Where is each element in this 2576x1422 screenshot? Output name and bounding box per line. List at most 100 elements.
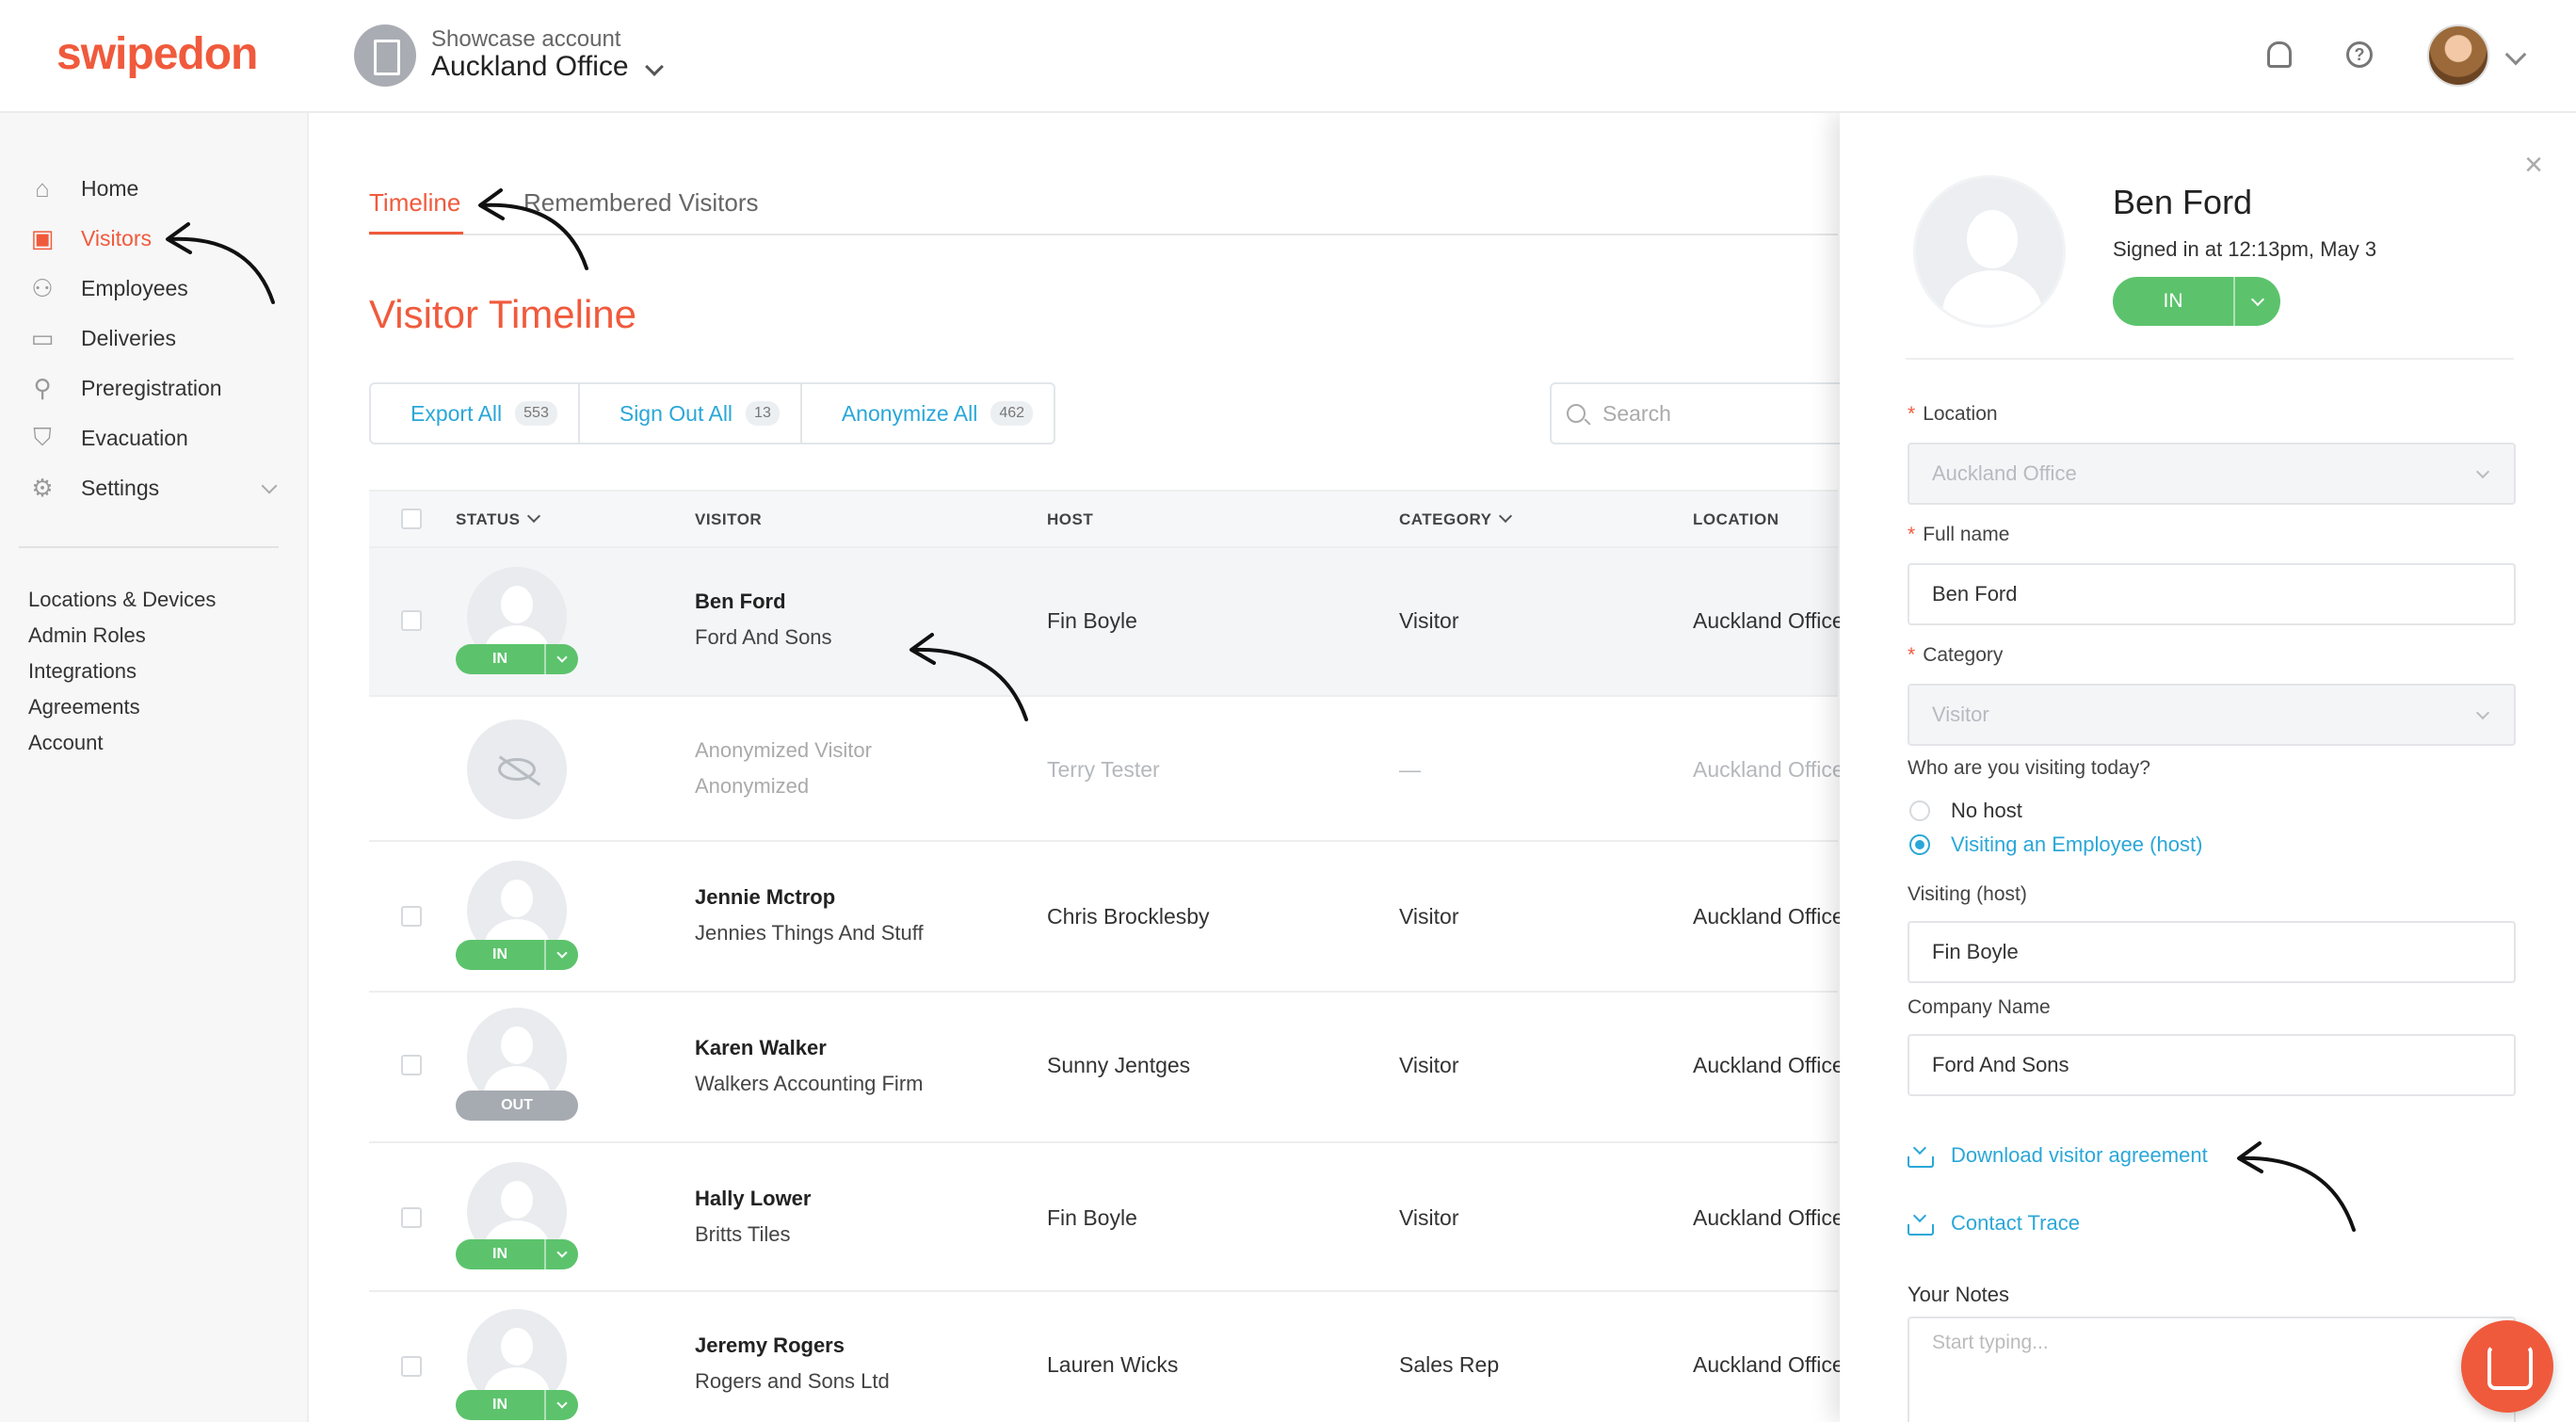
sidebar-item-label: Evacuation <box>81 425 188 450</box>
sidebar-link-agreements[interactable]: Agreements <box>28 695 140 719</box>
host-name: Fin Boyle <box>1047 608 1137 633</box>
visitor-company: Walkers Accounting Firm <box>695 1072 924 1095</box>
sign-out-all-button[interactable]: Sign Out All 13 <box>580 384 802 443</box>
status-dropdown[interactable]: IN <box>2113 277 2280 326</box>
employee-host-label[interactable]: Visiting an Employee (host) <box>1951 832 2202 857</box>
chevron-down-icon <box>2233 277 2280 326</box>
sidebar-item-label: Deliveries <box>81 325 176 350</box>
sidebar-link-integrations[interactable]: Integrations <box>28 659 137 684</box>
row-checkbox[interactable] <box>401 1207 422 1228</box>
row-checkbox[interactable] <box>401 1055 422 1075</box>
select-all-checkbox[interactable] <box>401 509 422 529</box>
table-row[interactable]: IN Jennie Mctrop Jennies Things And Stuf… <box>369 842 1844 993</box>
category: Visitor <box>1399 904 1459 929</box>
sidebar-link-locations[interactable]: Locations & Devices <box>28 588 216 612</box>
table-row[interactable]: IN Hally Lower Britts Tiles Fin Boyle Vi… <box>369 1143 1844 1292</box>
user-avatar[interactable] <box>2427 24 2489 87</box>
location: Auckland Office <box>1693 1352 1844 1377</box>
status-dropdown[interactable]: IN <box>456 644 578 674</box>
visitor-name: Jeremy Rogers <box>695 1333 845 1357</box>
table-header: STATUS VISITOR HOST CATEGORY LOCATION <box>369 490 1838 548</box>
visitor-name: Anonymized Visitor <box>695 738 872 762</box>
sidebar-item-settings[interactable]: ⚙ Settings <box>28 469 282 507</box>
gear-icon: ⚙ <box>31 473 54 502</box>
search-icon <box>1567 404 1586 423</box>
contact-trace-link[interactable]: Contact Trace <box>1908 1211 2080 1236</box>
sidebar-item-home[interactable]: ⌂ Home <box>28 170 282 207</box>
chevron-down-icon[interactable] <box>645 57 664 76</box>
shield-icon: ⛉ <box>33 423 52 451</box>
visitor-company: Britts Tiles <box>695 1222 791 1246</box>
employee-host-radio[interactable] <box>1909 834 1930 855</box>
table-row[interactable]: Anonymized Visitor Anonymized Terry Test… <box>369 697 1844 842</box>
visitor-name-heading: Ben Ford <box>2113 183 2253 221</box>
tab-timeline[interactable]: Timeline <box>369 188 460 218</box>
sidebar-item-preregistration[interactable]: ⚲ Preregistration <box>28 369 282 407</box>
close-icon[interactable]: × <box>2520 149 2548 181</box>
search-input[interactable]: Search <box>1550 382 1851 444</box>
location-label: * Location <box>1908 403 1998 425</box>
host-name: Chris Brocklesby <box>1047 904 1210 929</box>
sort-chevron-icon <box>1499 509 1513 524</box>
no-host-label[interactable]: No host <box>1951 799 2022 823</box>
annotation-arrow <box>2237 1141 2356 1232</box>
visitor-name: Karen Walker <box>695 1036 827 1059</box>
column-host: HOST <box>1047 510 1094 528</box>
location-select[interactable]: Auckland Office <box>1908 443 2516 505</box>
status-dropdown[interactable]: IN <box>456 1239 578 1269</box>
download-agreement-link[interactable]: Download visitor agreement <box>1908 1143 2208 1168</box>
sidebar-item-label: Home <box>81 175 139 201</box>
location: Auckland Office <box>1693 608 1844 633</box>
table-row[interactable]: IN Ben Ford Ford And Sons Fin Boyle Visi… <box>369 548 1844 697</box>
user-menu-chevron-icon[interactable] <box>2504 43 2527 66</box>
category-select[interactable]: Visitor <box>1908 684 2516 746</box>
chevron-down-icon <box>2475 464 2490 479</box>
account-selector[interactable]: Auckland Office <box>431 51 629 83</box>
company-input[interactable]: Ford And Sons <box>1908 1034 2516 1096</box>
sidebar-link-admin-roles[interactable]: Admin Roles <box>28 623 146 648</box>
row-checkbox[interactable] <box>401 906 422 927</box>
location: Auckland Office <box>1693 904 1844 929</box>
annotation-arrow <box>478 188 588 270</box>
employees-icon: ⚇ <box>31 273 54 302</box>
swipedon-logo[interactable]: swipedon <box>56 28 258 80</box>
button-label: Sign Out All <box>619 400 733 426</box>
chat-icon[interactable] <box>2461 1320 2553 1413</box>
column-category[interactable]: CATEGORY <box>1399 509 1513 529</box>
sidebar-link-account[interactable]: Account <box>28 731 104 755</box>
no-host-radio[interactable] <box>1909 800 1930 821</box>
annotation-arrow <box>910 633 1028 721</box>
full-name-input[interactable]: Ben Ford <box>1908 563 2516 625</box>
notes-textarea[interactable]: Start typing... <box>1908 1317 2516 1422</box>
sidebar-item-label: Preregistration <box>81 375 222 400</box>
host-label: Visiting (host) <box>1908 883 2027 905</box>
table-row[interactable]: OUT Karen Walker Walkers Accounting Firm… <box>369 993 1844 1143</box>
sidebar-item-evacuation[interactable]: ⛉ Evacuation <box>28 419 282 457</box>
page-title: Visitor Timeline <box>369 292 636 336</box>
visitor-company: Rogers and Sons Ltd <box>695 1369 890 1393</box>
table-row[interactable]: IN Jeremy Rogers Rogers and Sons Ltd Lau… <box>369 1292 1844 1422</box>
status-badge-out[interactable]: OUT <box>456 1091 578 1121</box>
sort-chevron-icon <box>527 509 541 524</box>
status-dropdown[interactable]: IN <box>456 1390 578 1420</box>
location: Auckland Office <box>1693 1053 1844 1077</box>
status-dropdown[interactable]: IN <box>456 940 578 970</box>
column-status[interactable]: STATUS <box>456 509 541 529</box>
category-label: * Category <box>1908 644 2004 666</box>
category: Visitor <box>1399 1053 1459 1077</box>
location: Auckland Office <box>1693 1205 1844 1230</box>
button-label: Anonymize All <box>841 400 978 426</box>
visitor-photo[interactable] <box>1913 175 2066 328</box>
row-checkbox[interactable] <box>401 610 422 631</box>
row-checkbox[interactable] <box>401 1356 422 1377</box>
account-subtitle: Showcase account <box>431 26 621 52</box>
visitor-detail-panel: × Ben Ford Signed in at 12:13pm, May 3 I… <box>1840 113 2576 1422</box>
host-input[interactable]: Fin Boyle <box>1908 921 2516 983</box>
bulk-actions: Export All 553 Sign Out All 13 Anonymize A… <box>369 382 1056 444</box>
visitor-company: Jennies Things And Stuff <box>695 921 924 945</box>
sidebar-item-deliveries[interactable]: ▭ Deliveries <box>28 319 282 357</box>
bell-icon[interactable] <box>2267 41 2292 68</box>
help-icon[interactable]: ? <box>2346 41 2373 68</box>
anonymize-all-button[interactable]: Anonymize All 462 <box>802 384 1054 443</box>
export-all-button[interactable]: Export All 553 <box>371 384 580 443</box>
